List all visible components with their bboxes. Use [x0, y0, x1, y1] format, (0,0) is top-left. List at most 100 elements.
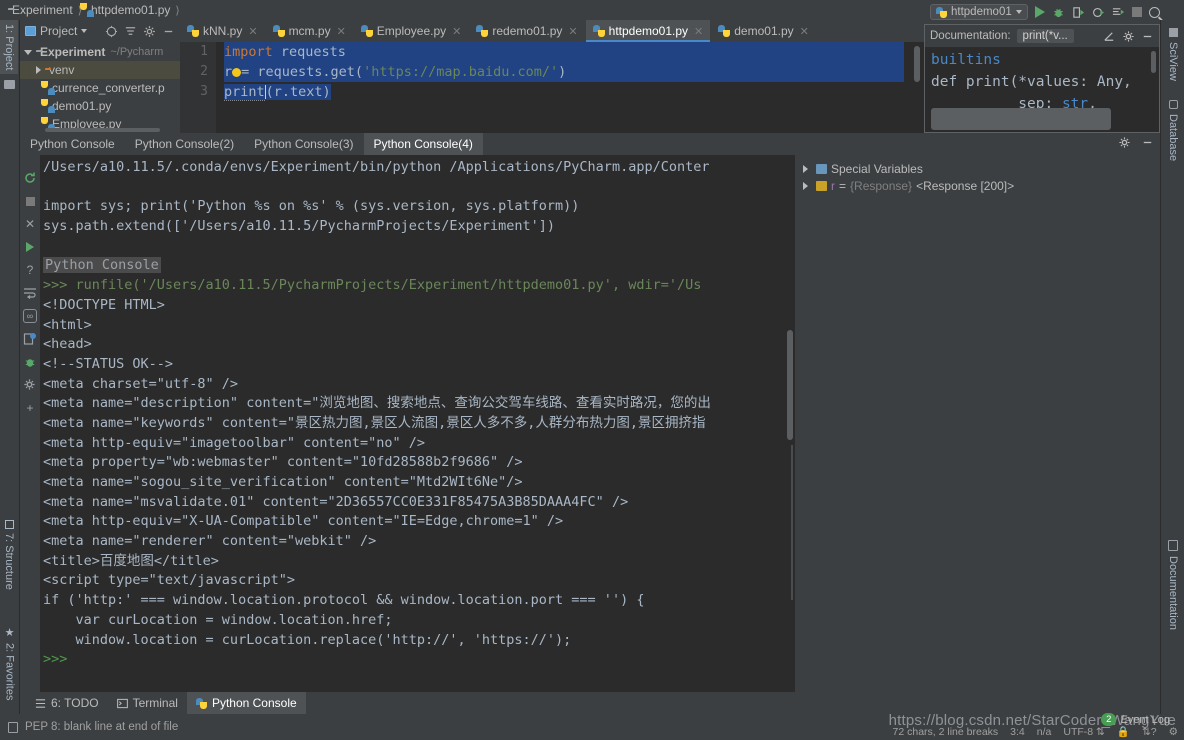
scroll-to-end-icon[interactable]: ∞	[23, 309, 37, 323]
close-icon[interactable]: ✕	[694, 25, 703, 38]
status-vcs[interactable]: n/a	[1037, 726, 1052, 738]
console-tab-1[interactable]: Python Console	[20, 133, 125, 155]
gear-icon[interactable]	[1118, 136, 1131, 149]
hide-panel-icon[interactable]	[162, 25, 175, 38]
sidebar-structure-label: 7: Structure	[3, 533, 15, 590]
twisty-down-icon[interactable]	[24, 49, 32, 55]
debug-icon[interactable]	[23, 355, 37, 369]
stop-icon[interactable]	[1131, 7, 1142, 17]
console-tab-2[interactable]: Python Console(2)	[125, 133, 244, 155]
status-hint-icon[interactable]: ⇅?	[1142, 726, 1157, 738]
bottom-tab-python-console[interactable]: Python Console	[186, 692, 306, 714]
editor: kNN.py ✕ mcm.py ✕ Employee.py ✕ redemo01…	[180, 20, 924, 133]
documentation-scrollbar[interactable]	[1151, 51, 1156, 73]
gear-icon[interactable]	[23, 378, 37, 392]
breadcrumb-file[interactable]: httpdemo01.py	[87, 3, 170, 17]
editor-tab-httpdemo01[interactable]: httpdemo01.py ✕	[585, 20, 712, 42]
editor-tab-redemo01[interactable]: redemo01.py ✕	[469, 20, 586, 42]
help-icon[interactable]: ?	[23, 263, 37, 277]
editor-tab-knn[interactable]: kNN.py ✕	[180, 20, 266, 42]
close-icon[interactable]: ✕	[452, 25, 461, 38]
gear-icon[interactable]	[143, 25, 156, 38]
console-scrollbar[interactable]	[787, 330, 793, 440]
profile-icon[interactable]	[1092, 6, 1105, 19]
bottom-tab-todo[interactable]: 6: TODO	[26, 692, 108, 714]
debug-icon[interactable]	[1052, 6, 1065, 19]
documentation-target[interactable]: print(*v...	[1016, 29, 1074, 43]
console-scrollbar-track[interactable]	[791, 445, 793, 600]
tree-item-experiment[interactable]: Experiment ~/Pycharm	[20, 43, 180, 61]
documentation-hscrollbar[interactable]	[931, 108, 1111, 130]
editor-gutter[interactable]: 1 2 3	[180, 42, 216, 133]
documentation-body[interactable]: builtins def print(*values: Any, sep: st…	[925, 47, 1159, 132]
status-inspection[interactable]: PEP 8: blank line at end of file	[0, 721, 178, 733]
close-icon[interactable]: ✕	[337, 25, 346, 38]
sidebar-documentation-label: Documentation	[1167, 556, 1179, 630]
console-line: /Users/a10.11.5/.conda/envs/Experiment/b…	[43, 159, 710, 175]
status-encoding-group[interactable]: UTF-8 ⇅	[1063, 726, 1104, 738]
close-icon[interactable]: ✕	[23, 217, 37, 231]
gear-icon[interactable]	[1122, 30, 1135, 43]
tree-item-currence-converter[interactable]: currence_converter.p	[20, 79, 180, 97]
locate-icon[interactable]	[105, 25, 118, 38]
sidebar-item-documentation[interactable]: Documentation	[1164, 536, 1182, 634]
project-tree-hscrollbar[interactable]	[45, 128, 160, 132]
search-icon[interactable]	[1148, 6, 1160, 18]
editor-scrollbar[interactable]	[914, 46, 920, 82]
editor-tab-mcm[interactable]: mcm.py ✕	[266, 20, 354, 42]
sidebar-item-sciview[interactable]: SciView	[1164, 24, 1182, 85]
collapse-all-icon[interactable]	[124, 25, 137, 38]
add-icon[interactable]: +	[23, 401, 37, 415]
tree-item-demo01[interactable]: demo01.py	[20, 97, 180, 115]
project-title[interactable]: Project	[25, 24, 88, 38]
editor-tab-employee[interactable]: Employee.py ✕	[354, 20, 470, 42]
hide-panel-icon[interactable]	[1141, 30, 1154, 43]
console-tab-label: Python Console(4)	[373, 137, 473, 151]
code-editor[interactable]: 1 2 3 import requests r = requests.get('h…	[180, 42, 924, 133]
variable-row-special[interactable]: Special Variables	[803, 160, 1160, 177]
console-line: <meta http-equiv="imagetoolbar" content=…	[43, 434, 426, 451]
sidebar-item-structure[interactable]: 7: Structure	[0, 516, 18, 594]
tree-sub-path: ~/Pycharm	[110, 46, 164, 58]
editor-tab-demo01[interactable]: demo01.py ✕	[711, 20, 817, 42]
status-caret-position[interactable]: 3:4	[1010, 726, 1025, 738]
code-line-3: print(r.text)	[224, 82, 924, 102]
line-number: 1	[200, 44, 208, 59]
edit-source-icon[interactable]	[1103, 30, 1116, 43]
documentation-popup: Documentation: print(*v... builtins def …	[924, 24, 1160, 133]
sidebar-item-database[interactable]: Database	[1164, 96, 1182, 165]
variable-row-r[interactable]: r = {Response} <Response [200]>	[803, 177, 1160, 194]
line-number: 2	[200, 64, 208, 79]
history-icon[interactable]	[23, 332, 37, 346]
run-icon[interactable]	[23, 240, 37, 254]
sidebar-item-favorites[interactable]: ★ 2: Favorites	[0, 622, 19, 704]
tree-item-venv[interactable]: venv	[20, 61, 180, 79]
console-tab-3[interactable]: Python Console(3)	[244, 133, 363, 155]
event-log-label: Event Log	[1120, 713, 1170, 726]
event-log-button[interactable]: 2 Event Log	[1101, 713, 1170, 726]
run-with-console-icon[interactable]	[1112, 6, 1125, 19]
close-icon[interactable]: ✕	[800, 25, 809, 38]
close-icon[interactable]: ✕	[568, 25, 577, 38]
console-output[interactable]: /Users/a10.11.5/.conda/envs/Experiment/b…	[40, 155, 795, 706]
project-title-label: Project	[40, 24, 78, 38]
rerun-icon[interactable]	[23, 171, 37, 185]
sidebar-item-project[interactable]: 1: Project	[0, 20, 18, 75]
twisty-right-icon[interactable]	[803, 181, 808, 190]
breadcrumb-project[interactable]: Experiment	[8, 3, 73, 17]
status-gear-icon[interactable]: ⚙	[1169, 726, 1178, 738]
close-icon[interactable]: ✕	[248, 25, 257, 38]
run-configuration-selector[interactable]: httpdemo01	[930, 4, 1028, 20]
run-coverage-icon[interactable]	[1072, 6, 1085, 19]
twisty-right-icon[interactable]	[36, 66, 41, 74]
bottom-tab-terminal[interactable]: Terminal	[108, 692, 187, 714]
intention-bulb-icon[interactable]	[232, 67, 242, 77]
status-lock-icon[interactable]: 🔒	[1117, 725, 1130, 738]
run-icon[interactable]	[1034, 6, 1045, 18]
stop-icon[interactable]	[23, 194, 37, 208]
folder-icon-strip[interactable]	[4, 80, 15, 89]
twisty-right-icon[interactable]	[803, 164, 808, 173]
hide-panel-icon[interactable]	[1141, 136, 1154, 149]
console-tab-4[interactable]: Python Console(4)	[363, 133, 483, 155]
soft-wrap-icon[interactable]	[23, 286, 37, 300]
